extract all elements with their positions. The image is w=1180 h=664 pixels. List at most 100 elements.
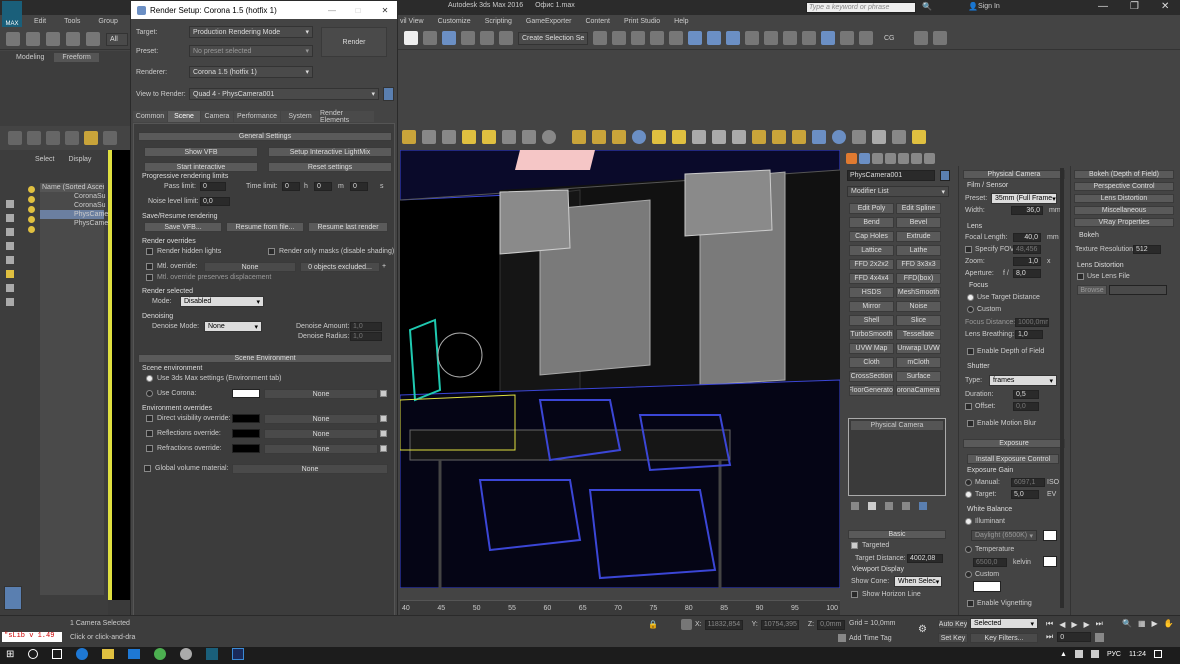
- tray-arrow-icon[interactable]: ▲: [1060, 651, 1067, 658]
- z-coordinate-field[interactable]: 0,0mm: [817, 619, 846, 630]
- vray-cube2-icon[interactable]: [772, 130, 786, 144]
- modifier-button[interactable]: Surface: [896, 371, 941, 382]
- absolute-mode-icon[interactable]: [680, 619, 692, 630]
- scene-list-item[interactable]: CoronaSu: [40, 201, 106, 210]
- modifier-button[interactable]: mCloth: [896, 357, 941, 368]
- illuminant-dropdown[interactable]: Daylight (6500K) ▾: [971, 530, 1037, 541]
- modifier-button[interactable]: FloorGenerator: [849, 385, 894, 396]
- auto-key-button[interactable]: Auto Key: [938, 619, 968, 629]
- aperture-field[interactable]: 8,0: [1013, 269, 1041, 278]
- x-coordinate-field[interactable]: 11832,854: [704, 619, 743, 630]
- vray-icon[interactable]: [840, 31, 854, 45]
- sensor-preset-dropdown[interactable]: 35mm (Full Frame ▾: [991, 193, 1057, 204]
- temperature-field[interactable]: 6500,0: [973, 558, 1007, 567]
- motion-tab-icon[interactable]: [885, 153, 896, 164]
- tool-icon-2[interactable]: [27, 131, 41, 145]
- illuminant-color-swatch[interactable]: [1043, 530, 1057, 541]
- rendered-frame-icon[interactable]: [745, 31, 759, 45]
- plugin-icon[interactable]: [913, 31, 928, 45]
- time-limit-seconds[interactable]: 0: [350, 182, 368, 191]
- store-icon[interactable]: [128, 649, 141, 659]
- specify-fov-checkbox[interactable]: [965, 246, 972, 253]
- object-icon[interactable]: [28, 196, 35, 203]
- install-exposure-control-button[interactable]: Install Exposure Control: [967, 454, 1059, 464]
- photoshop-icon[interactable]: [232, 648, 245, 660]
- rollout-header[interactable]: Miscellaneous: [1074, 206, 1174, 215]
- mtl-override-checkbox[interactable]: [146, 263, 153, 270]
- lock-selection-icon[interactable]: 🔒: [648, 620, 658, 629]
- search-taskbar-icon[interactable]: [28, 649, 39, 659]
- restore-icon[interactable]: ❐: [1130, 1, 1139, 12]
- reflections-override-checkbox[interactable]: [146, 430, 153, 437]
- timeline[interactable]: 40 45 50 55 60 65 70 75 80 85 90 95 100: [400, 600, 840, 615]
- scene-list-header[interactable]: Name (Sorted Ascen: [40, 183, 104, 192]
- tab-common[interactable]: Common: [133, 111, 167, 122]
- pin-stack-icon[interactable]: [851, 502, 859, 510]
- tab-scene[interactable]: Scene: [168, 111, 200, 122]
- render-setup-close-icon[interactable]: ✕: [373, 6, 397, 15]
- render-setup-minimize-icon[interactable]: —: [321, 6, 343, 15]
- object-icon[interactable]: [28, 226, 35, 233]
- explorer-icon[interactable]: [102, 649, 115, 659]
- tool-icon-1[interactable]: [8, 131, 22, 145]
- scene-tab-display[interactable]: Display: [68, 156, 91, 163]
- show-horizon-checkbox[interactable]: [851, 591, 858, 598]
- vray-material-icon[interactable]: [832, 130, 846, 144]
- filter-icon[interactable]: [6, 228, 14, 236]
- noise-limit-field[interactable]: 0,0: [200, 197, 230, 206]
- align-icon[interactable]: [612, 31, 626, 45]
- cube-icon-2[interactable]: [592, 130, 606, 144]
- filter-icon[interactable]: [6, 214, 14, 222]
- fur-icon[interactable]: [732, 130, 746, 144]
- reflections-override-option[interactable]: Reflections override:: [146, 430, 221, 437]
- bulb-icon[interactable]: [652, 130, 666, 144]
- enable-motion-blur-option[interactable]: Enable Motion Blur: [967, 420, 1036, 427]
- refractions-override-checkbox[interactable]: [146, 445, 153, 452]
- menu-item-customize[interactable]: Customize: [438, 18, 471, 25]
- reflections-map-button[interactable]: None: [264, 429, 378, 439]
- custom-tab-icon[interactable]: [924, 153, 935, 164]
- tab-camera[interactable]: Camera: [201, 111, 233, 122]
- filter-icon[interactable]: [6, 298, 14, 306]
- menu-item-scripting[interactable]: Scripting: [485, 18, 512, 25]
- modifier-button[interactable]: MeshSmooth: [896, 287, 941, 298]
- time-limit-minutes[interactable]: 0: [314, 182, 332, 191]
- configure-sets-icon[interactable]: [919, 502, 927, 510]
- time-config-icon[interactable]: [1095, 632, 1105, 642]
- offset-checkbox[interactable]: [965, 403, 972, 410]
- mtl-override-material-button[interactable]: None: [204, 262, 296, 272]
- user-icon[interactable]: 👤: [968, 2, 978, 11]
- show-vfb-button[interactable]: Show VFB: [144, 147, 258, 157]
- sphere-icon[interactable]: [632, 130, 646, 144]
- enable-dof-checkbox[interactable]: [967, 348, 974, 355]
- explorer-scroll-bottom[interactable]: [4, 586, 22, 610]
- save-vfb-button[interactable]: Save VFB...: [144, 222, 222, 232]
- teapot-icon[interactable]: [783, 31, 797, 45]
- manual-exposure-option[interactable]: Manual:: [965, 479, 1000, 486]
- notifications-icon[interactable]: [1153, 650, 1162, 658]
- basic-rollout-header[interactable]: Basic: [848, 530, 946, 539]
- 3dsmax-taskbar-icon[interactable]: [206, 648, 219, 660]
- filter-icon[interactable]: [6, 284, 14, 292]
- menu-item-view[interactable]: vil View: [400, 18, 424, 25]
- use-lens-file-checkbox[interactable]: [1077, 273, 1084, 280]
- key-icon[interactable]: ⚙: [918, 624, 927, 635]
- denoise-amount-field[interactable]: 1,0: [350, 322, 382, 331]
- zoom-field[interactable]: 1,0: [1013, 257, 1041, 266]
- lens-breathing-field[interactable]: 1,0: [1015, 330, 1043, 339]
- use-corona-option[interactable]: Use Corona:: [146, 390, 196, 397]
- global-volume-material-button[interactable]: None: [232, 464, 388, 474]
- modifier-button[interactable]: HSDS: [849, 287, 894, 298]
- modifier-button[interactable]: Cap Holes: [849, 231, 894, 242]
- refractions-swatch[interactable]: [232, 444, 260, 453]
- global-volume-material-option[interactable]: Global volume material:: [144, 465, 229, 472]
- reflections-map-toggle[interactable]: [380, 430, 387, 437]
- menu-item-content[interactable]: Content: [585, 18, 610, 25]
- render-icon[interactable]: [764, 31, 778, 45]
- modifier-button[interactable]: TurboSmooth: [849, 329, 894, 340]
- next-frame-icon[interactable]: ▶: [1084, 620, 1090, 629]
- search-icon[interactable]: 🔍: [922, 2, 932, 11]
- corona-vfb-icon[interactable]: [442, 130, 456, 144]
- cg-label[interactable]: CG: [884, 35, 895, 42]
- target-dropdown[interactable]: Production Rendering Mode ▾: [189, 26, 313, 38]
